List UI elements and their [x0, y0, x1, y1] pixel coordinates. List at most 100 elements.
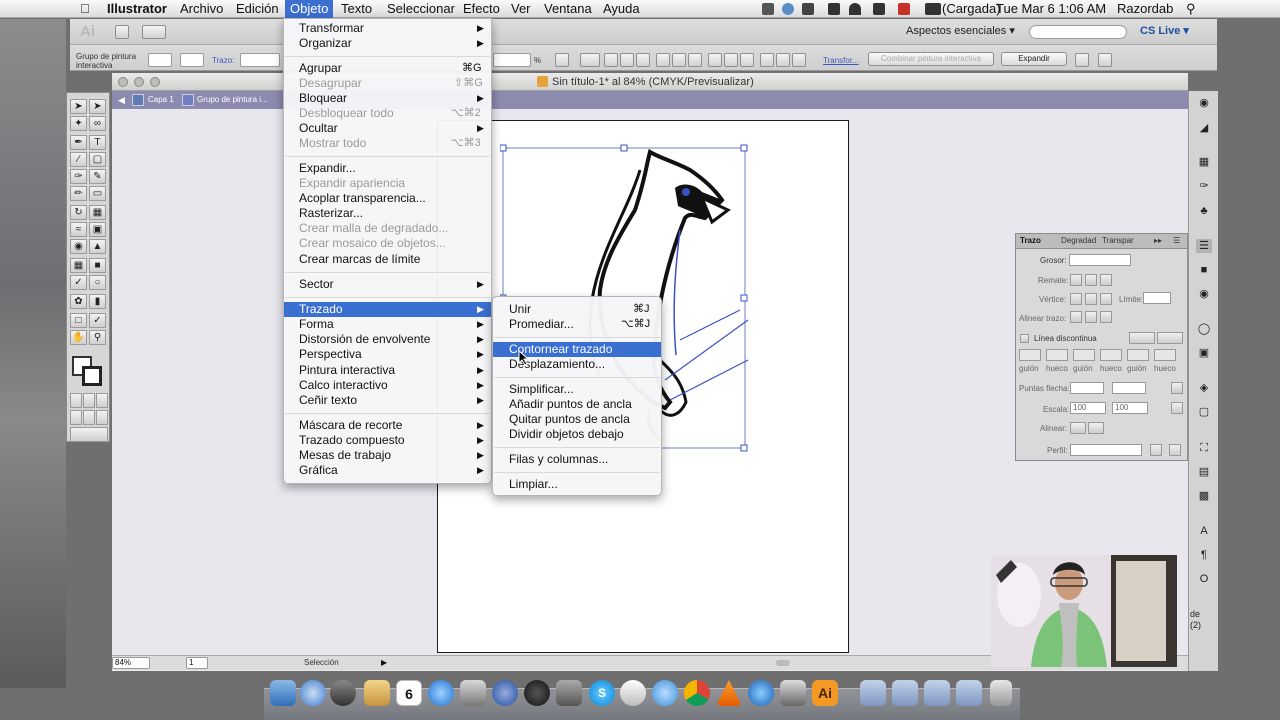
pen-tool-icon[interactable]: ✒ [70, 135, 87, 150]
graph-tool-icon[interactable]: ▮ [89, 294, 106, 309]
close-window-icon[interactable] [118, 77, 128, 87]
blob-brush-tool-icon[interactable]: ✏ [70, 186, 87, 201]
pencil-tool-icon[interactable]: ✎ [89, 169, 106, 184]
zoom-field[interactable]: 84% [112, 657, 150, 669]
draw-normal-icon[interactable] [70, 410, 82, 425]
minimize-window-icon[interactable] [134, 77, 144, 87]
menu-item-transformar[interactable]: Transformar ▶ [284, 21, 491, 36]
symbols-panel-icon[interactable]: ♣ [1196, 204, 1212, 218]
bevel-join-icon[interactable] [1100, 293, 1112, 305]
isolate-group-icon[interactable] [1075, 53, 1089, 67]
status-menu-arrow-icon[interactable]: ▶ [381, 658, 387, 667]
app-store-icon[interactable] [428, 680, 454, 706]
battery-status[interactable]: (Cargada) [942, 1, 1001, 16]
gradient-tool-icon[interactable]: ■ [89, 258, 106, 273]
appearance-panel-icon[interactable]: ◯ [1196, 322, 1212, 336]
swatches-panel-icon[interactable]: ▦ [1196, 155, 1212, 169]
menu-ventana[interactable]: Ventana [544, 1, 592, 16]
time-machine-icon[interactable] [802, 3, 814, 15]
align-center-icon[interactable] [620, 53, 634, 67]
tab-degradado[interactable]: Degradad [1061, 236, 1096, 245]
sync-icon[interactable] [782, 3, 794, 15]
stormtrooper-icon[interactable] [620, 680, 646, 706]
pathfinder-panel-icon[interactable]: ▩ [1196, 489, 1212, 503]
system-preferences-icon[interactable] [556, 680, 582, 706]
workspace-switcher[interactable]: Aspectos esenciales ▾ [906, 24, 1015, 37]
back-arrow-icon[interactable]: ◀ [118, 95, 125, 106]
menu-item-trazado[interactable]: Trazado ▶ [284, 302, 491, 317]
menu-seleccionar[interactable]: Seleccionar [387, 1, 455, 16]
safari-icon[interactable] [300, 680, 326, 706]
slice-tool-icon[interactable]: ✓ [89, 313, 106, 328]
menu-item-filas-columnas[interactable]: Filas y columnas... [493, 452, 661, 467]
menu-item-mascara-recorte[interactable]: Máscara de recorte ▶ [284, 418, 491, 433]
menu-item-limpiar[interactable]: Limpiar... [493, 477, 661, 492]
menu-item-dividir-objetos[interactable]: Dividir objetos debajo [493, 427, 661, 442]
zoom-window-icon[interactable] [150, 77, 160, 87]
align-stroke-outside-icon[interactable] [1100, 311, 1112, 323]
distribute-bottom-icon[interactable] [740, 53, 754, 67]
menu-item-organizar[interactable]: Organizar ▶ [284, 36, 491, 51]
graphic-styles-icon[interactable]: ▣ [1196, 346, 1212, 360]
opentype-panel-icon[interactable]: O [1196, 572, 1212, 586]
merge-live-paint-button[interactable]: Combinar pintura interactiva [868, 52, 994, 66]
miter-limit-input[interactable] [1143, 292, 1171, 304]
skype-icon[interactable]: S [589, 680, 615, 706]
align-bottom-icon[interactable] [688, 53, 702, 67]
artboard-tool-icon[interactable]: □ [70, 313, 87, 328]
swap-arrows-icon[interactable] [1171, 382, 1183, 394]
gradient-mode-icon[interactable] [83, 393, 95, 408]
help-search-input[interactable] [1029, 25, 1127, 39]
trash-icon[interactable] [990, 680, 1012, 706]
photos-icon[interactable] [460, 680, 486, 706]
color-panel-icon[interactable]: ◉ [1196, 96, 1212, 110]
bbox-handle[interactable] [500, 144, 507, 152]
menu-item-anadir-puntos[interactable]: Añadir puntos de ancla [493, 397, 661, 412]
rotate-tool-icon[interactable]: ↻ [70, 205, 87, 220]
battery-icon[interactable] [925, 3, 941, 15]
menu-item-pintura-interactiva[interactable]: Pintura interactiva ▶ [284, 363, 491, 378]
dash-align-icon[interactable] [1157, 332, 1183, 344]
stack-folder-icon[interactable] [956, 680, 982, 706]
wifi-icon[interactable] [849, 3, 861, 15]
panel-menu-icon[interactable] [1098, 53, 1112, 67]
clock[interactable]: Tue Mar 6 1:06 AM [996, 1, 1106, 16]
menu-item-distorsion-envolvente[interactable]: Distorsión de envolvente ▶ [284, 332, 491, 347]
stroke-weight-field[interactable] [240, 53, 280, 67]
artboards-panel-icon[interactable]: ▢ [1196, 405, 1212, 419]
selection-tool-icon[interactable]: ➤ [70, 99, 87, 114]
direct-selection-tool-icon[interactable]: ➤ [89, 99, 106, 114]
arrange-documents-icon[interactable] [142, 25, 166, 39]
stroke-panel-icon[interactable]: ☰ [1196, 239, 1212, 253]
mesh-tool-icon[interactable]: ▦ [70, 258, 87, 273]
messages-icon[interactable] [652, 680, 678, 706]
distribute-right-icon[interactable] [792, 53, 806, 67]
menu-item-acoplar-transparencia[interactable]: Acoplar transparencia... [284, 191, 491, 206]
menu-archivo[interactable]: Archivo [180, 1, 223, 16]
aperture-icon[interactable] [524, 680, 550, 706]
flip-across-icon[interactable] [1169, 444, 1181, 456]
itunes-icon[interactable] [492, 680, 518, 706]
tab-transparencia[interactable]: Transpar [1102, 236, 1134, 245]
distribute-left-icon[interactable] [760, 53, 774, 67]
arrow-align-outside-icon[interactable] [1070, 422, 1086, 434]
type-tool-icon[interactable]: T [89, 135, 106, 150]
menu-item-crear-marcas[interactable]: Crear marcas de límite [284, 252, 491, 267]
menu-item-forma[interactable]: Forma ▶ [284, 317, 491, 332]
cs-live-menu[interactable]: CS Live ▾ [1140, 24, 1189, 37]
paragraph-panel-icon[interactable]: ¶ [1196, 548, 1212, 562]
start-scale-input[interactable]: 100 [1070, 402, 1106, 414]
menu-item-agrupar[interactable]: Agrupar ⌘G [284, 61, 491, 76]
miter-join-icon[interactable] [1070, 293, 1082, 305]
flip-along-icon[interactable] [1150, 444, 1162, 456]
expand-button[interactable]: Expandir [1001, 52, 1067, 66]
chrome-icon[interactable] [684, 680, 710, 706]
apple-icon[interactable]:  [80, 1, 90, 16]
illustrator-icon[interactable]: Ai [812, 680, 838, 706]
magic-wand-tool-icon[interactable]: ✦ [70, 116, 87, 131]
scale-tool-icon[interactable]: ▦ [89, 205, 106, 220]
bbox-handle[interactable] [620, 144, 628, 152]
projecting-cap-icon[interactable] [1100, 274, 1112, 286]
stroke-weight-input[interactable] [1069, 254, 1131, 266]
distribute-center-icon[interactable] [776, 53, 790, 67]
